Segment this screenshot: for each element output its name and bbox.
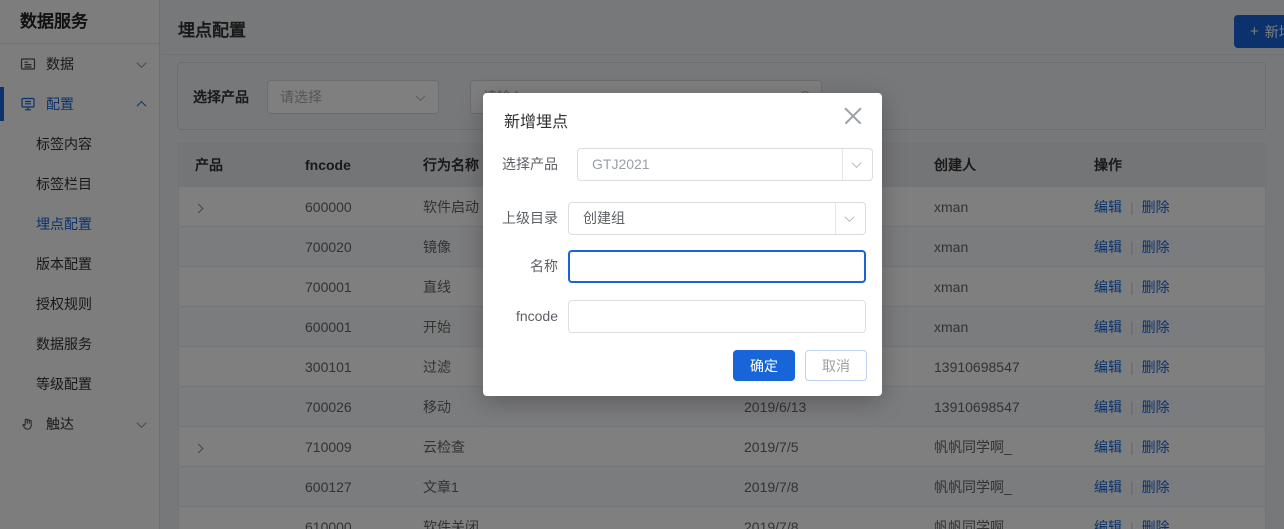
modal-name-label: 名称 xyxy=(483,250,558,283)
modal-name-input[interactable] xyxy=(568,250,866,283)
modal-fncode-label: fncode xyxy=(483,300,558,333)
modal-product-label: 选择产品 xyxy=(483,148,558,181)
modal-parent-select[interactable]: 创建组 xyxy=(568,202,866,235)
modal-parent-label: 上级目录 xyxy=(483,202,558,235)
chevron-down-icon xyxy=(852,158,862,168)
chevron-down-icon xyxy=(845,212,855,222)
modal-fncode-input[interactable] xyxy=(568,300,866,333)
select-chevron-zone xyxy=(842,149,872,180)
modal-product-value: GTJ2021 xyxy=(592,156,650,172)
close-icon[interactable] xyxy=(843,106,863,126)
modal-title: 新增埋点 xyxy=(504,108,568,132)
select-chevron-zone xyxy=(835,203,865,234)
modal-product-select[interactable]: GTJ2021 xyxy=(577,148,873,181)
add-tracking-modal: 新增埋点 选择产品 GTJ2021 上级目录 创建组 名称 fncode 确定 … xyxy=(483,93,882,396)
confirm-button[interactable]: 确定 xyxy=(733,350,795,381)
cancel-button[interactable]: 取消 xyxy=(805,350,867,381)
modal-parent-value: 创建组 xyxy=(583,210,625,226)
